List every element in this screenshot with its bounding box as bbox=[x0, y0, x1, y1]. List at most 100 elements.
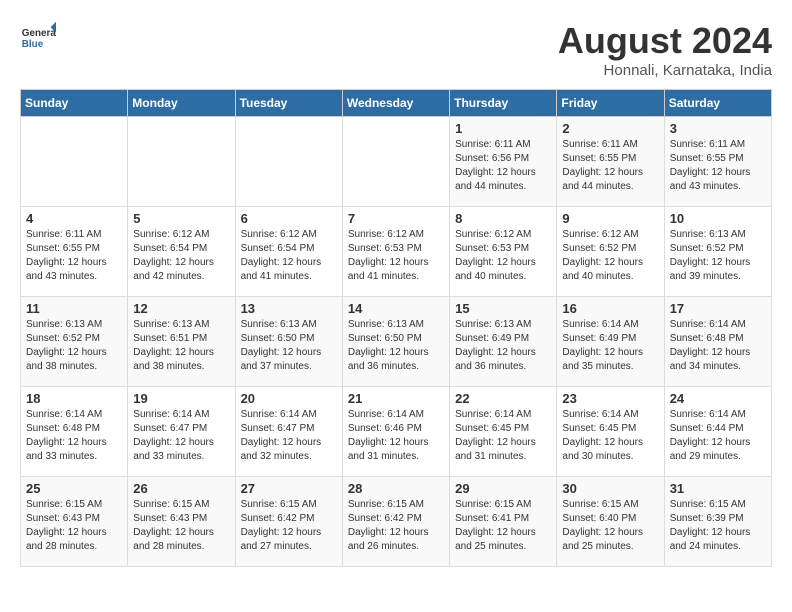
calendar-cell: 19Sunrise: 6:14 AM Sunset: 6:47 PM Dayli… bbox=[128, 387, 235, 477]
day-info: Sunrise: 6:11 AM Sunset: 6:55 PM Dayligh… bbox=[26, 228, 122, 284]
day-info: Sunrise: 6:15 AM Sunset: 6:42 PM Dayligh… bbox=[348, 498, 444, 554]
day-number: 6 bbox=[241, 211, 337, 226]
calendar-cell: 25 Sunrise: 6:15 AM Sunset: 6:43 PM Dayli… bbox=[21, 477, 128, 567]
day-number: 4 bbox=[26, 211, 122, 226]
day-info: Sunrise: 6:13 AM Sunset: 6:50 PM Dayligh… bbox=[241, 318, 337, 374]
day-number: 10 bbox=[670, 211, 766, 226]
day-info: Sunrise: 6:15 AM Sunset: 6:41 PM Dayligh… bbox=[455, 498, 551, 554]
calendar-cell: 24 Sunrise: 6:14 AM Sunset: 6:44 PM Dayli… bbox=[664, 387, 771, 477]
day-info: Sunrise: 6:13 AM Sunset: 6:50 PM Dayligh… bbox=[348, 318, 444, 374]
day-number: 29 bbox=[455, 481, 551, 496]
calendar-cell: 14 Sunrise: 6:13 AM Sunset: 6:50 PM Dayli… bbox=[342, 297, 449, 387]
weekday-header: Sunday bbox=[21, 90, 128, 117]
day-info: Sunrise: 6:14 AM Sunset: 6:48 PM Dayligh… bbox=[670, 318, 766, 374]
day-number: 9 bbox=[562, 211, 658, 226]
calendar-cell: 31Sunrise: 6:15 AM Sunset: 6:39 PM Dayli… bbox=[664, 477, 771, 567]
logo: General Blue bbox=[20, 20, 56, 56]
calendar-cell: 22Sunrise: 6:14 AM Sunset: 6:45 PM Dayli… bbox=[450, 387, 557, 477]
day-info: Sunrise: 6:13 AM Sunset: 6:49 PM Dayligh… bbox=[455, 318, 551, 374]
day-info: Sunrise: 6:12 AM Sunset: 6:54 PM Dayligh… bbox=[241, 228, 337, 284]
svg-text:General: General bbox=[22, 28, 56, 39]
calendar-table: SundayMondayTuesdayWednesdayThursdayFrid… bbox=[20, 89, 772, 567]
calendar-cell: 15Sunrise: 6:13 AM Sunset: 6:49 PM Dayli… bbox=[450, 297, 557, 387]
day-number: 19 bbox=[133, 391, 229, 406]
page-header: General Blue August 2024 Honnali, Karnat… bbox=[20, 20, 772, 79]
weekday-header: Wednesday bbox=[342, 90, 449, 117]
day-info: Sunrise: 6:14 AM Sunset: 6:48 PM Dayligh… bbox=[26, 408, 122, 464]
day-info: Sunrise: 6:13 AM Sunset: 6:52 PM Dayligh… bbox=[26, 318, 122, 374]
day-info: Sunrise: 6:11 AM Sunset: 6:56 PM Dayligh… bbox=[455, 138, 551, 194]
weekday-header: Monday bbox=[128, 90, 235, 117]
day-number: 2 bbox=[562, 121, 658, 136]
calendar-cell: 8 Sunrise: 6:12 AM Sunset: 6:53 PM Daylig… bbox=[450, 207, 557, 297]
calendar-cell: 16Sunrise: 6:14 AM Sunset: 6:49 PM Dayli… bbox=[557, 297, 664, 387]
day-number: 7 bbox=[348, 211, 444, 226]
day-number: 1 bbox=[455, 121, 551, 136]
calendar-cell: 18 Sunrise: 6:14 AM Sunset: 6:48 PM Dayli… bbox=[21, 387, 128, 477]
calendar-cell: 20Sunrise: 6:14 AM Sunset: 6:47 PM Dayli… bbox=[235, 387, 342, 477]
calendar-cell: 12 Sunrise: 6:13 AM Sunset: 6:51 PM Dayli… bbox=[128, 297, 235, 387]
calendar-cell: 17 Sunrise: 6:14 AM Sunset: 6:48 PM Dayli… bbox=[664, 297, 771, 387]
month-year-title: August 2024 bbox=[558, 20, 772, 62]
day-info: Sunrise: 6:15 AM Sunset: 6:43 PM Dayligh… bbox=[26, 498, 122, 554]
day-info: Sunrise: 6:12 AM Sunset: 6:52 PM Dayligh… bbox=[562, 228, 658, 284]
calendar-cell bbox=[21, 117, 128, 207]
svg-text:Blue: Blue bbox=[22, 39, 44, 50]
day-number: 17 bbox=[670, 301, 766, 316]
weekday-header: Saturday bbox=[664, 90, 771, 117]
day-info: Sunrise: 6:14 AM Sunset: 6:46 PM Dayligh… bbox=[348, 408, 444, 464]
weekday-header: Tuesday bbox=[235, 90, 342, 117]
day-number: 30 bbox=[562, 481, 658, 496]
day-info: Sunrise: 6:12 AM Sunset: 6:54 PM Dayligh… bbox=[133, 228, 229, 284]
calendar-cell bbox=[235, 117, 342, 207]
weekday-header: Thursday bbox=[450, 90, 557, 117]
day-number: 18 bbox=[26, 391, 122, 406]
day-number: 20 bbox=[241, 391, 337, 406]
day-info: Sunrise: 6:14 AM Sunset: 6:49 PM Dayligh… bbox=[562, 318, 658, 374]
calendar-cell: 1 Sunrise: 6:11 AM Sunset: 6:56 PM Daylig… bbox=[450, 117, 557, 207]
calendar-cell: 26 Sunrise: 6:15 AM Sunset: 6:43 PM Dayli… bbox=[128, 477, 235, 567]
day-info: Sunrise: 6:14 AM Sunset: 6:44 PM Dayligh… bbox=[670, 408, 766, 464]
calendar-cell: 9 Sunrise: 6:12 AM Sunset: 6:52 PM Daylig… bbox=[557, 207, 664, 297]
calendar-cell: 11 Sunrise: 6:13 AM Sunset: 6:52 PM Dayli… bbox=[21, 297, 128, 387]
logo-icon: General Blue bbox=[20, 20, 56, 56]
calendar-cell: 10 Sunrise: 6:13 AM Sunset: 6:52 PM Dayli… bbox=[664, 207, 771, 297]
calendar-cell: 28 Sunrise: 6:15 AM Sunset: 6:42 PM Dayli… bbox=[342, 477, 449, 567]
day-info: Sunrise: 6:12 AM Sunset: 6:53 PM Dayligh… bbox=[455, 228, 551, 284]
calendar-cell: 7Sunrise: 6:12 AM Sunset: 6:53 PM Daylig… bbox=[342, 207, 449, 297]
day-number: 27 bbox=[241, 481, 337, 496]
day-info: Sunrise: 6:15 AM Sunset: 6:43 PM Dayligh… bbox=[133, 498, 229, 554]
day-number: 13 bbox=[241, 301, 337, 316]
day-number: 25 bbox=[26, 481, 122, 496]
calendar-cell: 23Sunrise: 6:14 AM Sunset: 6:45 PM Dayli… bbox=[557, 387, 664, 477]
calendar-cell: 5Sunrise: 6:12 AM Sunset: 6:54 PM Daylig… bbox=[128, 207, 235, 297]
day-number: 11 bbox=[26, 301, 122, 316]
calendar-cell: 2 Sunrise: 6:11 AM Sunset: 6:55 PM Daylig… bbox=[557, 117, 664, 207]
day-info: Sunrise: 6:11 AM Sunset: 6:55 PM Dayligh… bbox=[670, 138, 766, 194]
day-info: Sunrise: 6:11 AM Sunset: 6:55 PM Dayligh… bbox=[562, 138, 658, 194]
day-number: 14 bbox=[348, 301, 444, 316]
day-info: Sunrise: 6:13 AM Sunset: 6:52 PM Dayligh… bbox=[670, 228, 766, 284]
calendar-cell: 29 Sunrise: 6:15 AM Sunset: 6:41 PM Dayli… bbox=[450, 477, 557, 567]
day-info: Sunrise: 6:13 AM Sunset: 6:51 PM Dayligh… bbox=[133, 318, 229, 374]
day-number: 24 bbox=[670, 391, 766, 406]
day-number: 26 bbox=[133, 481, 229, 496]
weekday-header: Friday bbox=[557, 90, 664, 117]
day-number: 12 bbox=[133, 301, 229, 316]
calendar-cell: 3 Sunrise: 6:11 AM Sunset: 6:55 PM Daylig… bbox=[664, 117, 771, 207]
title-block: August 2024 Honnali, Karnataka, India bbox=[558, 20, 772, 79]
calendar-cell bbox=[342, 117, 449, 207]
day-number: 8 bbox=[455, 211, 551, 226]
day-info: Sunrise: 6:15 AM Sunset: 6:40 PM Dayligh… bbox=[562, 498, 658, 554]
calendar-cell: 4 Sunrise: 6:11 AM Sunset: 6:55 PM Daylig… bbox=[21, 207, 128, 297]
calendar-cell: 13 Sunrise: 6:13 AM Sunset: 6:50 PM Dayli… bbox=[235, 297, 342, 387]
calendar-cell: 30 Sunrise: 6:15 AM Sunset: 6:40 PM Dayli… bbox=[557, 477, 664, 567]
calendar-cell: 6 Sunrise: 6:12 AM Sunset: 6:54 PM Daylig… bbox=[235, 207, 342, 297]
day-number: 22 bbox=[455, 391, 551, 406]
day-number: 3 bbox=[670, 121, 766, 136]
day-number: 23 bbox=[562, 391, 658, 406]
location-subtitle: Honnali, Karnataka, India bbox=[558, 62, 772, 79]
day-number: 28 bbox=[348, 481, 444, 496]
day-info: Sunrise: 6:15 AM Sunset: 6:39 PM Dayligh… bbox=[670, 498, 766, 554]
calendar-cell: 21Sunrise: 6:14 AM Sunset: 6:46 PM Dayli… bbox=[342, 387, 449, 477]
